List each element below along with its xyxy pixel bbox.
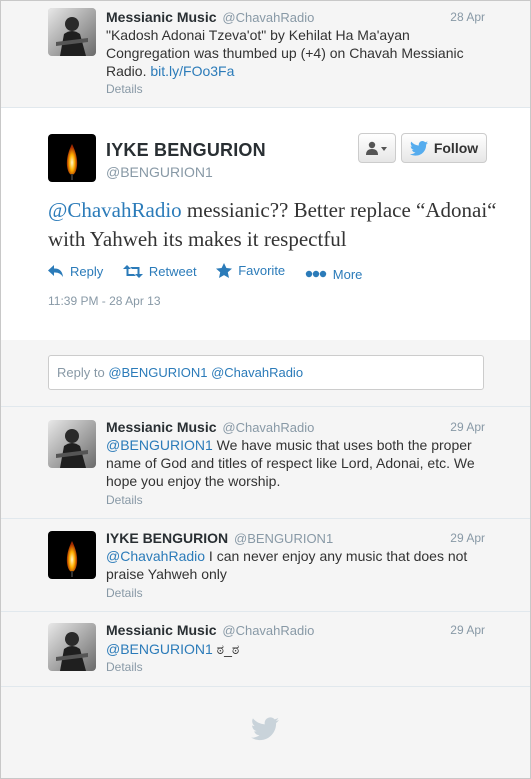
reply-label: Reply [70, 264, 104, 279]
details-link[interactable]: Details [106, 82, 143, 96]
tweet-date[interactable]: 29 Apr [450, 623, 485, 637]
tweet-author[interactable]: Messianic Music @ChavahRadio [106, 622, 314, 638]
user-actions-button[interactable] [358, 133, 396, 163]
tweet-reply[interactable]: Messianic Music @ChavahRadio 29 Apr @BEN… [1, 612, 530, 687]
avatar[interactable] [48, 8, 96, 56]
author-name[interactable]: Messianic Music [106, 9, 217, 25]
author-name[interactable]: Messianic Music [106, 419, 217, 435]
user-icon [366, 141, 387, 155]
tweet-top[interactable]: Messianic Music @ChavahRadio 28 Apr "Kad… [1, 1, 530, 108]
tweet-conversation: Messianic Music @ChavahRadio 28 Apr "Kad… [0, 0, 531, 779]
more-label: More [332, 266, 363, 282]
tweet-reply[interactable]: IYKE BENGURION @BENGURION1 29 Apr @Chava… [1, 519, 530, 612]
favorite-label: Favorite [238, 263, 286, 278]
author-handle[interactable]: @ChavahRadio [222, 623, 314, 638]
tweet-actions: Reply Retweet Favorite More [48, 263, 378, 282]
retweet-icon [122, 265, 143, 278]
avatar[interactable] [48, 531, 96, 579]
reply-mentions: @BENGURION1 @ChavahRadio [108, 365, 304, 380]
author-handle[interactable]: @ChavahRadio [222, 10, 314, 25]
details-link[interactable]: Details [106, 660, 143, 674]
author-handle[interactable]: @BENGURION1 [106, 164, 213, 180]
tweet-timestamp[interactable]: 11:39 PM - 28 Apr 13 [48, 294, 161, 308]
details-link[interactable]: Details [106, 493, 143, 507]
avatar[interactable] [48, 623, 96, 671]
details-link[interactable]: Details [106, 586, 143, 600]
tweet-text: "Kadosh Adonai Tzeva'ot" by Kehilat Ha M… [106, 26, 486, 80]
more-button[interactable]: More [305, 266, 363, 282]
tweet-reply[interactable]: Messianic Music @ChavahRadio 29 Apr @BEN… [1, 407, 530, 519]
retweet-button[interactable]: Retweet [122, 264, 197, 279]
author-name[interactable]: Messianic Music [106, 622, 217, 638]
tweet-author[interactable]: Messianic Music @ChavahRadio [106, 419, 314, 435]
tweet-mention[interactable]: @BENGURION1 [106, 641, 213, 657]
more-icon [305, 270, 326, 278]
author-handle[interactable]: @ChavahRadio [222, 420, 314, 435]
tweet-text: @BENGURION1 We have music that uses both… [106, 436, 486, 490]
twitter-bird-icon [251, 717, 279, 746]
reply-button[interactable]: Reply [48, 264, 103, 279]
author-handle[interactable]: @BENGURION1 [234, 531, 333, 546]
tweet-author[interactable]: Messianic Music @ChavahRadio [106, 9, 314, 25]
retweet-label: Retweet [148, 264, 197, 279]
avatar[interactable] [48, 420, 96, 468]
favorite-button[interactable]: Favorite [216, 263, 285, 278]
follow-button[interactable]: Follow [401, 133, 487, 163]
reply-prefix: Reply to [57, 365, 109, 380]
tweet-text: @BENGURION1 ಠ_ಠ [106, 640, 486, 658]
avatar[interactable] [48, 134, 96, 182]
tweet-mention[interactable]: @BENGURION1 [106, 437, 213, 453]
tweet-text: @ChavahRadio I can never enjoy any music… [106, 547, 486, 583]
tweet-text-body: ಠ_ಠ [212, 641, 240, 657]
reply-icon [48, 265, 63, 277]
favorite-icon [216, 263, 233, 278]
follow-label: Follow [433, 140, 479, 156]
tweet-date[interactable]: 29 Apr [450, 420, 485, 434]
tweet-main: IYKE BENGURION @BENGURION1 Follow @Chava… [1, 107, 530, 341]
tweet-link[interactable]: bit.ly/FOo3Fa [150, 63, 234, 79]
author-name[interactable]: IYKE BENGURION [106, 140, 266, 161]
tweet-mention[interactable]: @ChavahRadio [48, 198, 182, 222]
tweet-author[interactable]: IYKE BENGURION @BENGURION1 [106, 530, 333, 546]
tweet-date[interactable]: 28 Apr [450, 10, 485, 24]
reply-area: Reply to @BENGURION1 @ChavahRadio [1, 340, 530, 407]
tweet-text: @ChavahRadio messianic?? Better replace … [48, 196, 498, 254]
author-name[interactable]: IYKE BENGURION [106, 530, 228, 546]
tweet-date[interactable]: 29 Apr [450, 531, 485, 545]
twitter-bird-icon [409, 140, 428, 156]
tweet-mention[interactable]: @ChavahRadio [106, 548, 205, 564]
reply-input[interactable]: Reply to @BENGURION1 @ChavahRadio [48, 355, 484, 390]
